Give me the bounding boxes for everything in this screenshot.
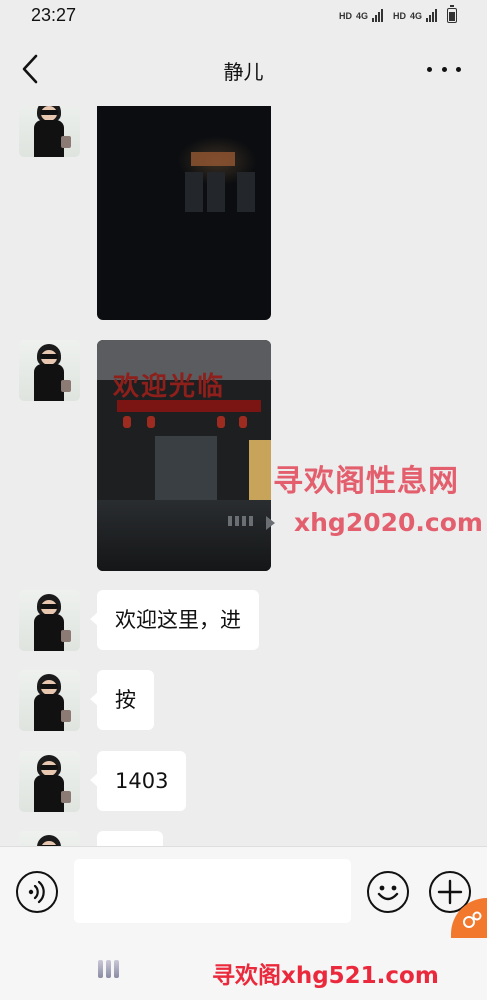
more-icon — [427, 66, 432, 72]
network-label-1: HD — [338, 10, 352, 21]
message-list[interactable]: 欢迎光临 寻欢阁性息网 xhg2020.com 欢迎这里，进 按 1403 — [0, 106, 487, 846]
chat-header: 静儿 — [0, 32, 487, 106]
overlay-marks — [228, 516, 253, 526]
avatar[interactable] — [19, 590, 80, 651]
text-message[interactable]: 1403 — [89, 751, 187, 811]
emoji-icon — [377, 885, 399, 901]
text-message[interactable]: 按 — [90, 670, 154, 730]
network-label-2: HD — [392, 10, 406, 21]
floating-badge-icon[interactable] — [451, 898, 487, 938]
input-bar — [0, 846, 487, 938]
avatar[interactable] — [19, 670, 80, 731]
more-button[interactable] — [427, 62, 461, 76]
image-message[interactable] — [97, 106, 271, 320]
watermark-bottom: 寻欢阁xhg521.com — [212, 963, 439, 989]
watermark-site-name: 寻欢阁性息网 — [273, 464, 459, 499]
status-time: 23:27 — [31, 5, 77, 25]
text-message[interactable] — [97, 831, 163, 846]
network-type-2: 4G — [409, 10, 422, 21]
avatar[interactable] — [19, 831, 80, 846]
recent-apps-icon[interactable] — [98, 960, 119, 978]
battery-icon — [447, 5, 457, 23]
watermark-site-url: xhg2020.com — [294, 508, 483, 537]
text-message[interactable]: 欢迎这里，进 — [90, 590, 259, 650]
voice-button[interactable] — [16, 871, 58, 913]
network-type-1: 4G — [355, 10, 368, 21]
emoji-button[interactable] — [367, 871, 409, 913]
voice-icon — [28, 880, 45, 904]
system-nav-bar: 寻欢阁xhg521.com — [0, 938, 487, 1000]
status-bar: 23:27 HD 4G HD 4G — [0, 0, 487, 32]
avatar[interactable] — [19, 106, 80, 157]
overlay-arrow — [266, 516, 275, 530]
message-input[interactable] — [74, 859, 351, 923]
chat-title: 静儿 — [223, 60, 264, 84]
photo-sign-text: 欢迎光临 — [113, 372, 226, 402]
status-indicators: HD 4G HD 4G — [338, 5, 457, 23]
avatar[interactable] — [19, 340, 80, 401]
signal-icon — [426, 9, 437, 22]
image-message[interactable]: 欢迎光临 — [97, 340, 271, 571]
avatar[interactable] — [19, 751, 80, 812]
signal-icon — [371, 9, 383, 22]
